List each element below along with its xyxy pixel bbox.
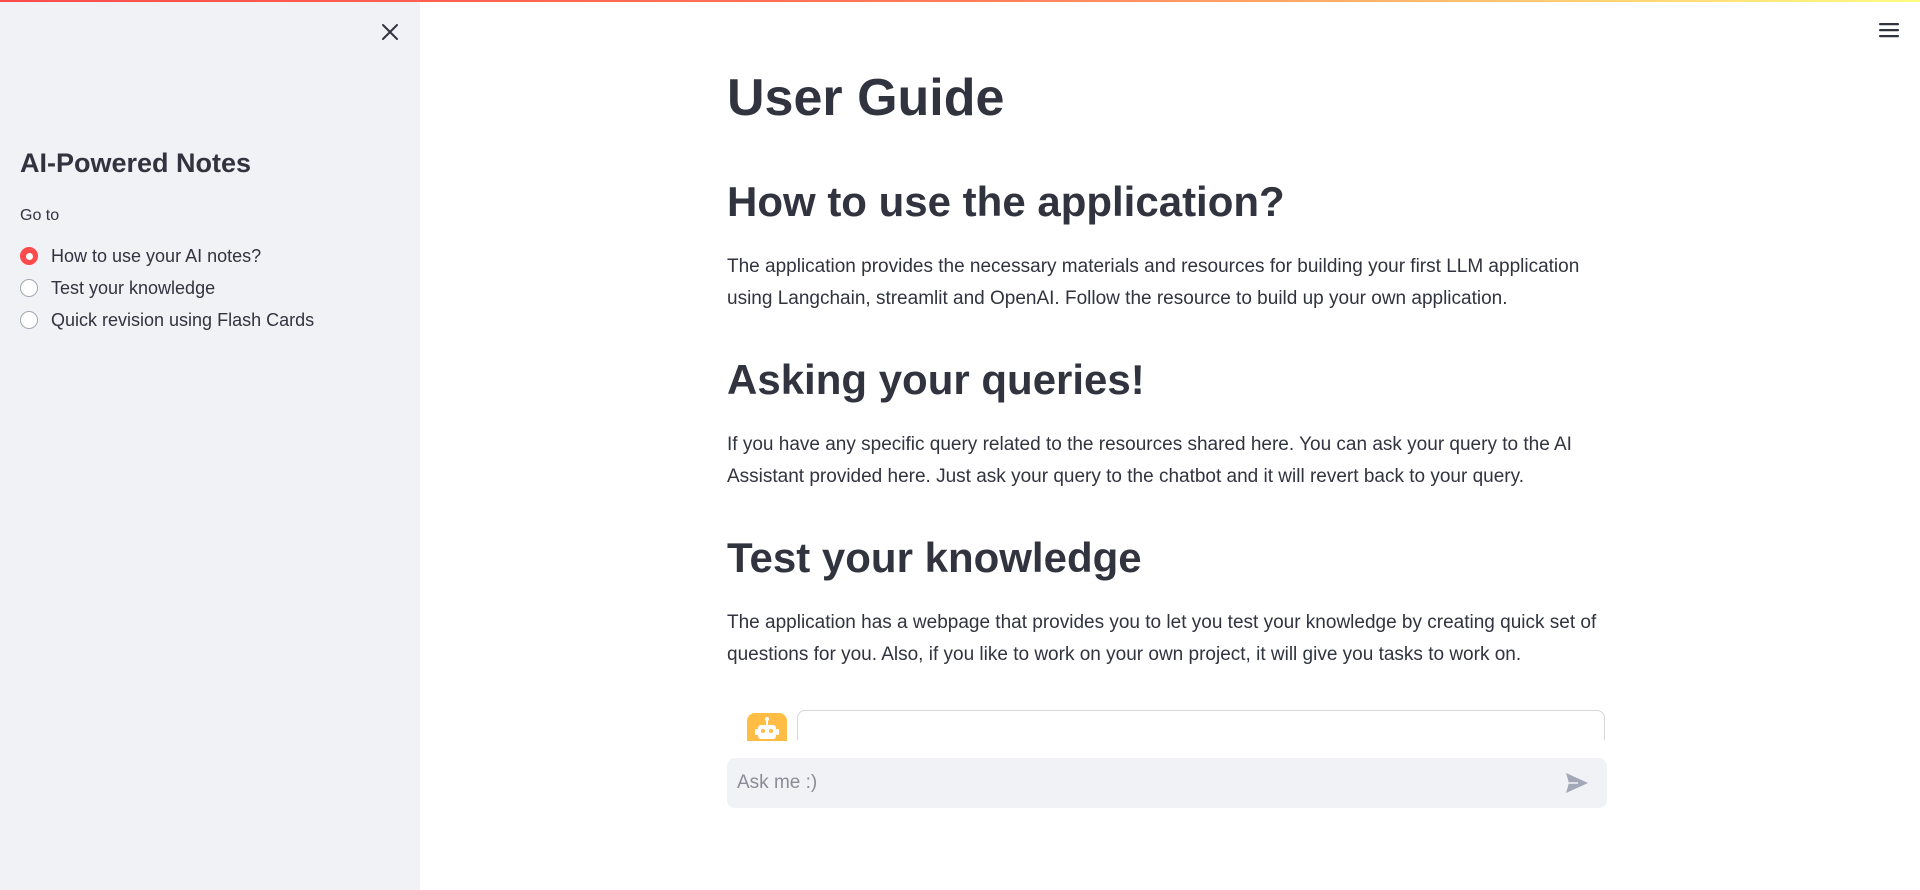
robot-icon bbox=[755, 717, 779, 739]
sidebar-close-button[interactable] bbox=[378, 20, 402, 44]
chat-input-container bbox=[727, 758, 1607, 808]
section-heading-test-knowledge: Test your knowledge bbox=[727, 534, 1142, 581]
radio-group-label: Go to bbox=[20, 207, 60, 224]
main-menu-button[interactable] bbox=[1876, 18, 1902, 42]
radio-option-ai-notes[interactable]: How to use your AI notes? bbox=[20, 240, 400, 272]
sidebar-title: AI-Powered Notes bbox=[20, 148, 252, 178]
hamburger-menu-icon bbox=[1879, 23, 1899, 38]
assistant-avatar bbox=[747, 713, 787, 741]
radio-checked-icon[interactable] bbox=[20, 247, 38, 265]
section-text-how-to-use: The application provides the necessary m… bbox=[727, 256, 1580, 309]
sidebar: AI-Powered Notes Go to How to use your A… bbox=[0, 0, 420, 890]
section-heading-asking-queries: Asking your queries! bbox=[727, 356, 1145, 403]
radio-unchecked-icon[interactable] bbox=[20, 279, 38, 297]
send-icon bbox=[1566, 773, 1588, 793]
send-button[interactable] bbox=[1559, 765, 1595, 801]
radio-option-flash-cards[interactable]: Quick revision using Flash Cards bbox=[20, 304, 400, 336]
radio-option-label: Quick revision using Flash Cards bbox=[51, 309, 315, 330]
page-title: User Guide bbox=[727, 69, 1005, 127]
assistant-message-bubble bbox=[797, 710, 1605, 740]
top-decoration-bar bbox=[0, 0, 1920, 2]
radio-option-label: Test your knowledge bbox=[51, 277, 216, 298]
radio-unchecked-icon[interactable] bbox=[20, 311, 38, 329]
radio-option-test-knowledge[interactable]: Test your knowledge bbox=[20, 272, 400, 304]
close-icon bbox=[382, 24, 398, 40]
section-text-asking-queries: If you have any specific query related t… bbox=[727, 434, 1572, 487]
section-text-test-knowledge: The application has a webpage that provi… bbox=[727, 612, 1597, 665]
section-heading-how-to-use: How to use the application? bbox=[727, 178, 1285, 225]
radio-option-label: How to use your AI notes? bbox=[51, 245, 262, 266]
chat-input[interactable] bbox=[727, 759, 1559, 807]
navigation-radio-group: How to use your AI notes? Test your know… bbox=[20, 240, 400, 336]
